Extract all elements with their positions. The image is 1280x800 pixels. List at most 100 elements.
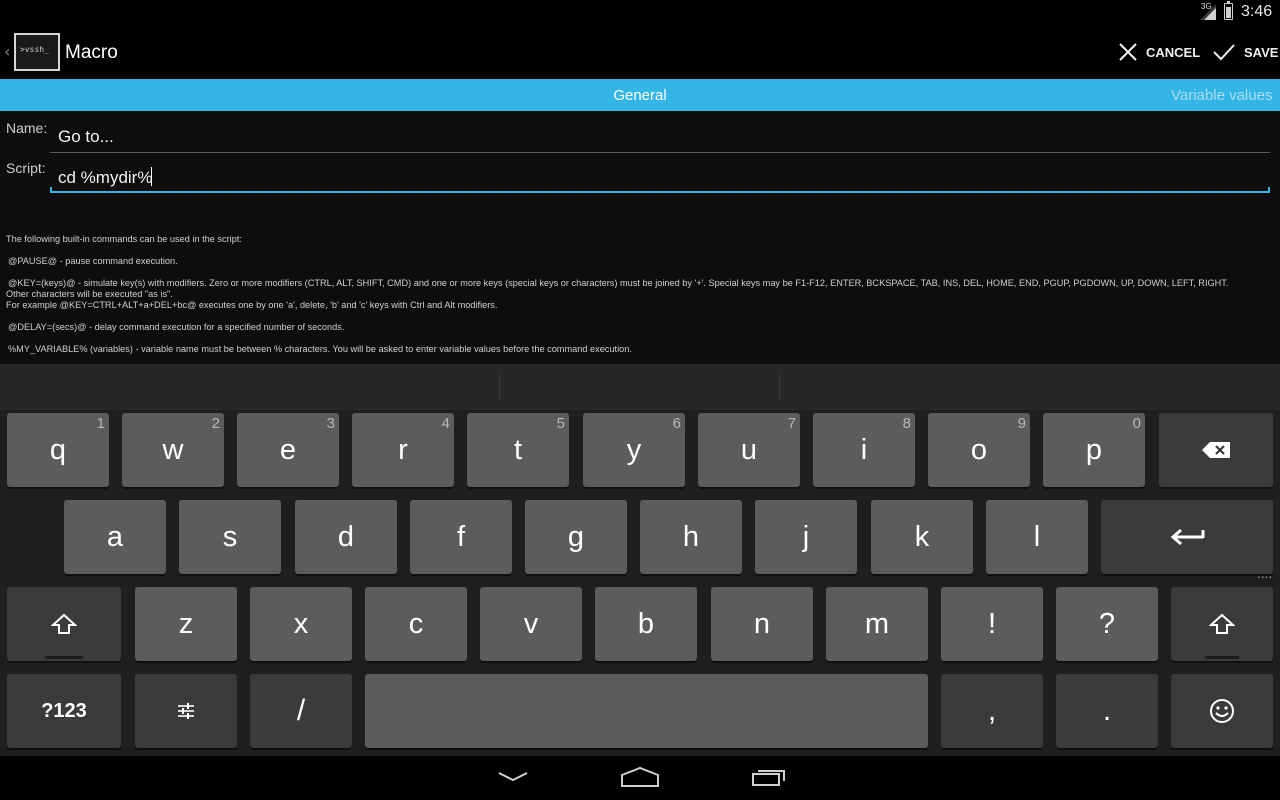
key-k[interactable]: k [871, 500, 973, 574]
name-label: Name: [6, 120, 48, 136]
key-w[interactable]: w2 [122, 413, 224, 487]
key-i[interactable]: i8 [813, 413, 915, 487]
name-input[interactable]: Go to... [50, 121, 1270, 153]
battery-icon [1224, 1, 1233, 20]
recent-apps-icon[interactable] [751, 767, 787, 787]
script-value-wrap: cd %mydir% [58, 167, 153, 188]
settings-sliders-icon [178, 703, 194, 719]
shift-key-left[interactable] [7, 587, 121, 661]
save-label: SAVE [1244, 44, 1279, 60]
key-l[interactable]: l [986, 500, 1088, 574]
key-hint: 8 [902, 415, 911, 432]
key-f[interactable]: f [410, 500, 512, 574]
script-value: cd %mydir% [58, 168, 153, 187]
key-label: e [279, 433, 297, 466]
tab-general[interactable]: General [0, 79, 1280, 111]
key-hint: 4 [441, 415, 450, 432]
symbols-key[interactable]: ?123 [7, 674, 121, 748]
name-underline [50, 152, 1270, 153]
key-label: r [398, 433, 408, 466]
macro-form: Name: Go to... Script: cd %mydir% The fo… [0, 111, 1280, 364]
tab-strip: General Variable values [0, 79, 1280, 111]
key-label: p [1085, 433, 1103, 466]
name-value: Go to... [58, 127, 114, 146]
key-x[interactable]: x [250, 587, 352, 661]
shift-icon [1209, 613, 1235, 634]
key-r[interactable]: r4 [352, 413, 454, 487]
key-label: t [513, 433, 523, 466]
key-question[interactable]: ? [1056, 587, 1158, 661]
enter-key[interactable] [1101, 500, 1273, 574]
settings-key[interactable] [135, 674, 237, 748]
key-h[interactable]: h [640, 500, 742, 574]
help-pause: @PAUSE@ - pause command execution. [8, 256, 178, 266]
key-o[interactable]: o9 [928, 413, 1030, 487]
key-p[interactable]: p0 [1043, 413, 1145, 487]
action-bar: ‹ >vssh_ Macro CANCEL SAVE [0, 25, 1280, 79]
period-key[interactable]: . [1056, 674, 1158, 748]
suggestion-divider [779, 374, 780, 400]
space-key[interactable] [365, 674, 928, 748]
key-v[interactable]: v [480, 587, 582, 661]
navigation-bar [0, 756, 1280, 800]
shift-icon [51, 613, 77, 634]
key-c[interactable]: c [365, 587, 467, 661]
up-caret-icon[interactable]: ‹ [4, 42, 10, 61]
cancel-button[interactable]: CANCEL [1118, 25, 1200, 79]
suggestion-divider [499, 374, 500, 400]
key-u[interactable]: u7 [698, 413, 800, 487]
emoji-key[interactable] [1171, 674, 1273, 748]
key-e[interactable]: e3 [237, 413, 339, 487]
help-key-line3: For example @KEY=CTRL+ALT+a+DEL+bc@ exec… [6, 300, 498, 310]
key-t[interactable]: t5 [467, 413, 569, 487]
key-n[interactable]: n [711, 587, 813, 661]
shift-indicator [45, 656, 83, 659]
key-hint: 6 [672, 415, 681, 432]
save-button[interactable]: SAVE [1212, 25, 1278, 79]
more-keys-indicator: .... [1257, 567, 1273, 581]
comma-key[interactable]: , [941, 674, 1043, 748]
clock: 3:46 [1241, 3, 1273, 20]
key-label: u [740, 433, 758, 466]
key-hint: 3 [326, 415, 335, 432]
emoji-icon [1210, 699, 1234, 723]
script-input[interactable]: cd %mydir% [50, 161, 1270, 193]
network-type-label: 3G [1201, 2, 1212, 11]
key-q[interactable]: q1 [7, 413, 109, 487]
help-intro: The following built-in commands can be u… [6, 234, 242, 244]
key-m[interactable]: m [826, 587, 928, 661]
backspace-key[interactable] [1159, 413, 1273, 487]
back-icon[interactable] [497, 770, 529, 784]
app-icon-text: >vssh_ [20, 45, 49, 54]
shift-indicator [1205, 656, 1239, 659]
script-label: Script: [6, 160, 46, 176]
key-j[interactable]: j [755, 500, 857, 574]
text-cursor [151, 167, 153, 186]
key-hint: 5 [556, 415, 565, 432]
key-z[interactable]: z [135, 587, 237, 661]
page-title: Macro [65, 42, 118, 63]
checkmark-icon [1213, 44, 1235, 61]
key-hint: 2 [211, 415, 220, 432]
suggestion-strip[interactable] [0, 364, 1280, 410]
key-label: y [626, 433, 642, 466]
close-icon [1119, 43, 1137, 61]
shift-key-right[interactable] [1171, 587, 1273, 661]
key-hint: 9 [1017, 415, 1026, 432]
key-s[interactable]: s [179, 500, 281, 574]
key-a[interactable]: a [64, 500, 166, 574]
status-bar: 3G 3:46 [0, 0, 1280, 25]
backspace-icon [1202, 442, 1230, 458]
key-b[interactable]: b [595, 587, 697, 661]
key-d[interactable]: d [295, 500, 397, 574]
key-exclamation[interactable]: ! [941, 587, 1043, 661]
script-underline [50, 187, 1270, 193]
key-hint: 1 [96, 415, 105, 432]
key-g[interactable]: g [525, 500, 627, 574]
home-icon[interactable] [620, 766, 660, 788]
key-y[interactable]: y6 [583, 413, 685, 487]
tab-variable-values[interactable]: Variable values [1171, 79, 1272, 111]
app-icon[interactable]: >vssh_ [14, 33, 60, 71]
slash-key[interactable]: / [250, 674, 352, 748]
enter-icon [1170, 528, 1205, 546]
